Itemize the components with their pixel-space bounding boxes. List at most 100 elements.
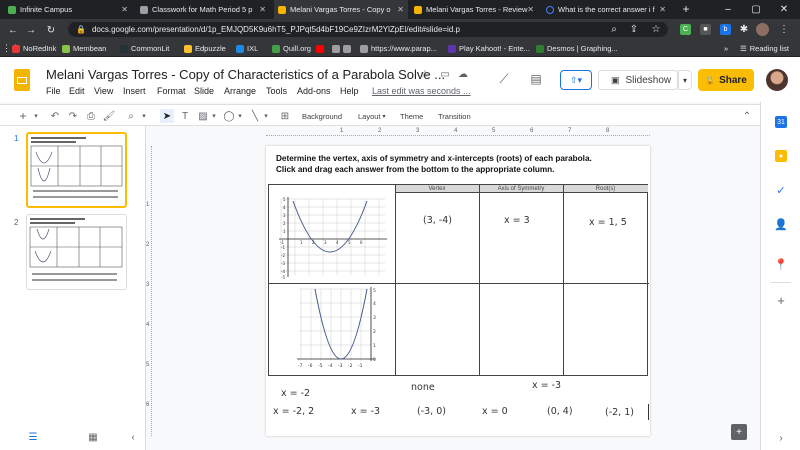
theme-button[interactable]: Theme <box>400 108 423 124</box>
expand-panel-icon[interactable]: › <box>775 432 787 444</box>
menu-file[interactable]: File <box>46 86 61 96</box>
new-slide-icon[interactable]: + <box>16 109 30 123</box>
extension-c-icon[interactable]: C <box>680 24 691 35</box>
comment-add-icon[interactable]: ⊞ <box>278 109 292 123</box>
maximize-icon[interactable]: ▢ <box>750 3 762 15</box>
menu-slide[interactable]: Slide <box>194 86 214 96</box>
slide-thumbnail-1[interactable] <box>26 132 127 208</box>
bookmark-youtube[interactable] <box>316 42 327 55</box>
share-page-icon[interactable]: ⇪ <box>628 23 640 35</box>
tab-slides-active[interactable]: Melani Vargas Torres - Copy o ✕ <box>274 0 408 19</box>
move-folder-icon[interactable]: ▭ <box>438 67 452 81</box>
instruction-text[interactable]: Determine the vertex, axis of symmetry a… <box>276 153 592 175</box>
bookmark-kahoot[interactable]: Play Kahoot! - Ente... <box>448 42 530 55</box>
reading-list-button[interactable]: ☰ Reading list <box>740 42 789 55</box>
answer-card[interactable]: (0, 4) <box>547 406 573 417</box>
answer-vertex-row1[interactable]: (3, -4) <box>423 215 452 226</box>
filmstrip-view-icon[interactable]: ▦ <box>86 430 100 444</box>
document-title[interactable]: Melani Vargas Torres - Copy of Character… <box>46 67 445 82</box>
star-icon[interactable]: ☆ <box>418 67 432 81</box>
bookmark-commonlit[interactable]: CommonLit <box>120 42 169 55</box>
close-window-icon[interactable]: ✕ <box>778 3 790 15</box>
bookmark-membean[interactable]: Membean <box>62 42 106 55</box>
collapse-filmstrip-icon[interactable]: ‹ <box>126 430 140 444</box>
line-icon[interactable]: ╲ <box>248 109 262 123</box>
get-addons-icon[interactable]: + <box>775 293 787 308</box>
slideshow-dropdown-button[interactable]: ▾ <box>678 70 692 90</box>
answer-card[interactable]: x = -2, 2 <box>273 406 314 417</box>
tasks-icon[interactable]: ✓ <box>775 184 787 197</box>
select-cursor-icon[interactable]: ➤ <box>160 109 174 123</box>
undo-icon[interactable]: ↶ <box>48 109 62 123</box>
bookmark-misc-icons[interactable] <box>332 42 354 55</box>
present-mode-button[interactable]: ⇧▾ <box>560 70 592 90</box>
answer-card[interactable]: (-3, 0) <box>417 406 446 417</box>
bookmark-ixl[interactable]: IXL <box>236 42 258 55</box>
calendar-icon[interactable]: 31 <box>775 116 787 128</box>
comments-icon[interactable]: ▤ <box>528 71 544 87</box>
answer-card[interactable]: x = -2 <box>281 388 310 399</box>
bookmark-edpuzzle[interactable]: Edpuzzle <box>184 42 226 55</box>
layout-button[interactable]: Layout ▾ <box>358 108 386 124</box>
menu-format[interactable]: Format <box>157 86 186 96</box>
menu-help[interactable]: Help <box>340 86 359 96</box>
bookmark-star-icon[interactable]: ☆ <box>650 23 662 35</box>
zoom-dropdown-icon[interactable]: ▾ <box>140 109 148 123</box>
answer-card[interactable]: x = -3 <box>351 406 380 417</box>
bookmark-quill[interactable]: Quill.org <box>272 42 311 55</box>
redo-icon[interactable]: ↷ <box>66 109 80 123</box>
answer-axis-row1[interactable]: x = 3 <box>504 215 530 226</box>
shape-icon[interactable]: ◯ <box>222 109 236 123</box>
forward-icon[interactable]: → <box>24 23 38 37</box>
menu-edit[interactable]: Edit <box>69 86 85 96</box>
last-edit-link[interactable]: Last edit was seconds ... <box>372 86 471 96</box>
bookmark-noredink[interactable]: NoRedInk <box>12 42 56 55</box>
tab-slides-review[interactable]: Melani Vargas Torres - Review ✕ <box>410 0 538 19</box>
current-slide[interactable]: Determine the vertex, axis of symmetry a… <box>266 146 650 436</box>
bookmark-parapro[interactable]: https://www.parap... <box>360 42 437 55</box>
extension-b-icon[interactable]: b <box>720 24 731 35</box>
menu-arrange[interactable]: Arrange <box>224 86 256 96</box>
grid-view-icon[interactable]: ☰ <box>26 430 40 444</box>
close-tab-icon[interactable]: ✕ <box>397 5 404 14</box>
shape-dropdown-icon[interactable]: ▾ <box>236 109 244 123</box>
menu-insert[interactable]: Insert <box>123 86 146 96</box>
maps-icon[interactable]: 📍 <box>774 258 788 271</box>
answer-roots-row1[interactable]: x = 1, 5 <box>589 217 627 228</box>
user-avatar[interactable] <box>766 69 788 91</box>
slide-thumbnail-2[interactable] <box>26 214 127 290</box>
tab-classwork[interactable]: Classwork for Math Period 5 p ✕ <box>136 0 270 19</box>
answer-card[interactable]: none <box>411 382 435 393</box>
background-button[interactable]: Background <box>302 108 342 124</box>
contacts-icon[interactable]: 👤 <box>774 218 788 231</box>
activity-trend-icon[interactable]: ⟋ <box>496 71 512 87</box>
bookmark-desmos[interactable]: Desmos | Graphing... <box>536 42 618 55</box>
line-dropdown-icon[interactable]: ▾ <box>262 109 270 123</box>
close-tab-icon[interactable]: ✕ <box>527 5 534 14</box>
menu-addons[interactable]: Add-ons <box>297 86 331 96</box>
paint-format-icon[interactable]: 🖌 <box>102 109 116 123</box>
slideshow-button[interactable]: ▣ Slideshow <box>598 70 678 90</box>
answer-card[interactable]: x = 0 <box>482 406 508 417</box>
search-icon[interactable]: ⌕ <box>608 23 620 35</box>
slides-logo-icon[interactable] <box>14 69 30 91</box>
close-tab-icon[interactable]: ✕ <box>659 5 666 14</box>
answer-card[interactable]: (-2, 1) <box>605 407 634 418</box>
print-icon[interactable]: ⎙ <box>84 109 98 123</box>
tab-infinite-campus[interactable]: Infinite Campus ✕ <box>4 0 132 19</box>
collapse-toolbar-icon[interactable]: ⌃ <box>740 109 754 123</box>
keep-icon[interactable]: ● <box>775 150 787 162</box>
text-box-icon[interactable]: T <box>178 109 192 123</box>
minimize-icon[interactable]: – <box>722 3 734 15</box>
cloud-status-icon[interactable]: ☁ <box>456 67 470 81</box>
close-tab-icon[interactable]: ✕ <box>121 5 128 14</box>
zoom-icon[interactable]: ⌕ <box>124 109 138 123</box>
back-icon[interactable]: ← <box>6 23 20 37</box>
transition-button[interactable]: Transition <box>438 108 471 124</box>
new-tab-icon[interactable]: + <box>680 2 692 16</box>
extensions-puzzle-icon[interactable]: ✱ <box>738 23 750 35</box>
browser-menu-icon[interactable]: ⋮ <box>778 23 790 35</box>
profile-avatar-icon[interactable] <box>756 23 769 36</box>
add-comment-icon[interactable]: + <box>731 424 747 440</box>
share-button[interactable]: 🔒 Share <box>698 69 754 91</box>
